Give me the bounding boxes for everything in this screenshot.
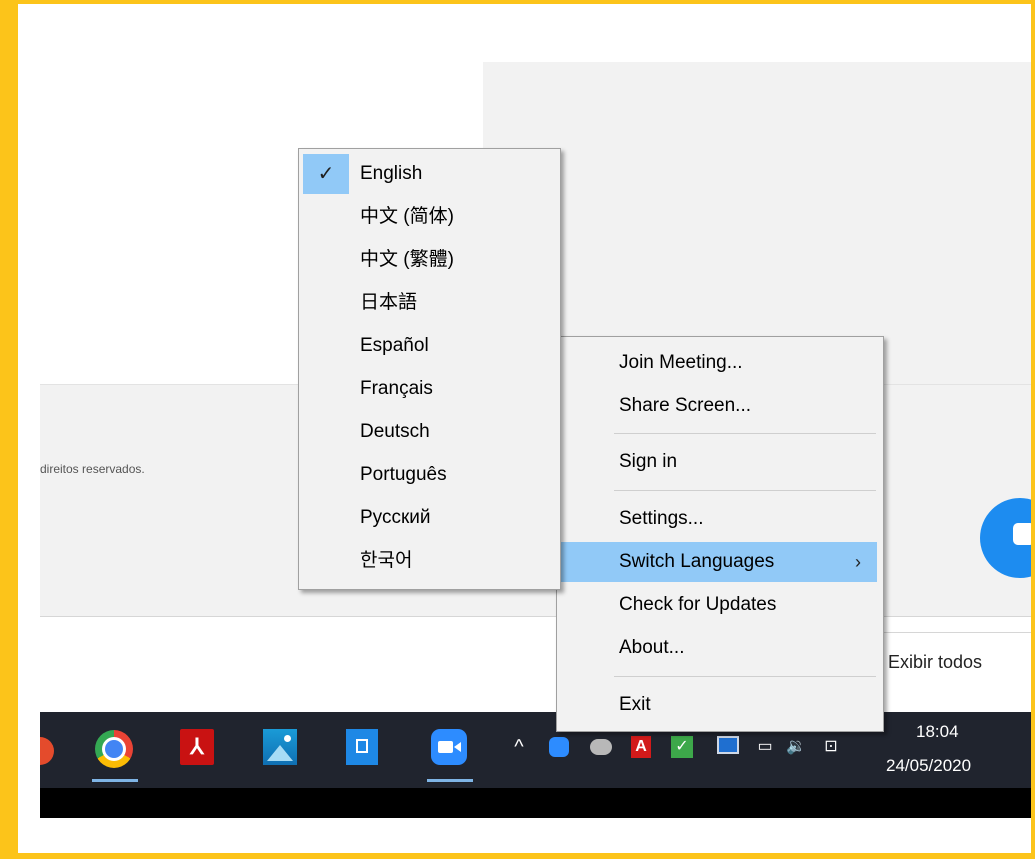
- taskbar-chrome[interactable]: [92, 722, 138, 782]
- menu-item-exit[interactable]: Exit: [561, 685, 877, 725]
- taskbar-acrobat[interactable]: ⅄: [175, 722, 221, 782]
- show-all-downloads-link[interactable]: Exibir todos: [888, 652, 982, 673]
- language-option-english[interactable]: ✓ English: [303, 154, 556, 194]
- menu-item-join-meeting[interactable]: Join Meeting...: [561, 343, 877, 383]
- language-option-french[interactable]: Français: [303, 369, 556, 409]
- language-submenu: ✓ English 中文 (简体) 中文 (繁體) 日本語 Español Fr…: [298, 148, 561, 590]
- menu-separator: [614, 676, 876, 677]
- language-option-german[interactable]: Deutsch: [303, 412, 556, 452]
- photos-icon: [263, 729, 297, 765]
- acrobat-icon: ⅄: [180, 729, 214, 765]
- language-option-japanese[interactable]: 日本語: [303, 283, 556, 323]
- menu-separator: [614, 433, 876, 434]
- language-option-spanish[interactable]: Español: [303, 326, 556, 366]
- taskbar-store[interactable]: [340, 722, 386, 782]
- menu-item-settings[interactable]: Settings...: [561, 499, 877, 539]
- tray-check-icon[interactable]: ✓: [671, 736, 693, 758]
- submenu-arrow-icon: ›: [855, 552, 861, 572]
- store-icon: [346, 729, 378, 765]
- tray-zoom-icon[interactable]: [549, 737, 569, 757]
- zoom-icon: [431, 729, 467, 765]
- tray-cloud-icon[interactable]: [590, 739, 612, 755]
- divider: [40, 616, 1035, 617]
- network-icon[interactable]: ⊡: [818, 733, 844, 761]
- menu-separator: [614, 490, 876, 491]
- running-indicator: [427, 779, 473, 782]
- language-option-korean[interactable]: 한국어: [303, 541, 556, 581]
- language-option-chinese-traditional[interactable]: 中文 (繁體): [303, 240, 556, 280]
- language-option-russian[interactable]: Русский: [303, 498, 556, 538]
- language-option-chinese-simplified[interactable]: 中文 (简体): [303, 197, 556, 237]
- menu-item-about[interactable]: About...: [561, 628, 877, 668]
- clock-time[interactable]: 18:04: [916, 722, 959, 742]
- chrome-icon: [95, 730, 133, 768]
- tray-overflow-arrow-icon[interactable]: ^: [508, 733, 530, 761]
- taskbar-zoom[interactable]: [427, 722, 473, 782]
- volume-icon[interactable]: 🔉: [782, 733, 810, 761]
- screen-bottom-bar: [40, 788, 1035, 818]
- menu-item-sign-in[interactable]: Sign in: [561, 442, 877, 482]
- battery-icon[interactable]: ▭: [752, 733, 778, 761]
- copyright-text: direitos reservados.: [40, 462, 145, 476]
- menu-item-switch-languages[interactable]: Switch Languages ›: [561, 542, 877, 582]
- check-icon: ✓: [303, 154, 349, 194]
- language-option-portuguese[interactable]: Português: [303, 455, 556, 495]
- menu-item-check-for-updates[interactable]: Check for Updates: [561, 585, 877, 625]
- running-indicator: [92, 779, 138, 782]
- tray-acrobat-icon[interactable]: A: [631, 736, 651, 758]
- tray-monitor-icon[interactable]: [717, 736, 739, 754]
- zoom-tray-context-menu: Join Meeting... Share Screen... Sign in …: [556, 336, 884, 732]
- menu-item-share-screen[interactable]: Share Screen...: [561, 386, 877, 426]
- menu-item-label: Switch Languages: [619, 551, 775, 572]
- taskbar-photos[interactable]: [258, 722, 304, 782]
- chat-icon: [1013, 523, 1035, 545]
- clock-date[interactable]: 24/05/2020: [886, 756, 971, 776]
- language-label: English: [360, 163, 423, 184]
